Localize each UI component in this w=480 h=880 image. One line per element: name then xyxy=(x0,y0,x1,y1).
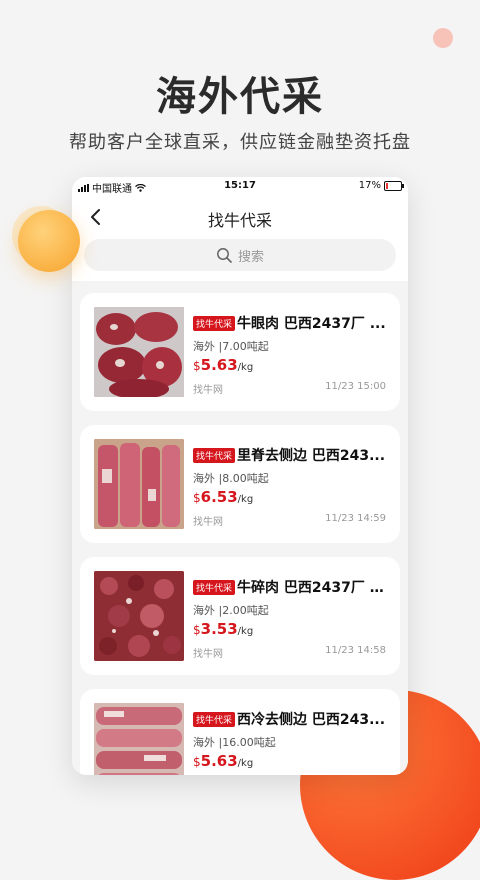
price-value: 5.63 xyxy=(200,356,238,374)
badge-tag: 找牛代采 xyxy=(193,711,236,727)
price-currency: $ xyxy=(193,623,201,637)
search-placeholder: 搜索 xyxy=(237,249,264,265)
page-title: 找牛代采 xyxy=(207,211,272,230)
product-origin: 海外 |16.00吨起 xyxy=(193,736,276,749)
battery-percent: 17% xyxy=(358,180,381,191)
price-currency: $ xyxy=(193,491,201,505)
price-value: 5.63 xyxy=(200,752,238,770)
product-card[interactable]: 找牛代采 牛眼肉 巴西2437厂 ... 海外 |7.00吨起 $5.63/kg… xyxy=(80,293,400,411)
status-bar: 中国联通 15:17 17% xyxy=(72,177,408,195)
hero-subtitle: 帮助客户全球直采，供应链金融垫资托盘 xyxy=(69,132,411,153)
product-list: 找牛代采 牛眼肉 巴西2437厂 ... 海外 |7.00吨起 $5.63/kg… xyxy=(72,281,408,775)
search-icon xyxy=(217,248,232,263)
product-price: $3.53/kg xyxy=(193,619,253,638)
product-card[interactable]: 找牛代采 里脊去侧边 巴西243... 海外 |8.00吨起 $6.53/kg … xyxy=(80,425,400,543)
price-unit: /kg xyxy=(237,758,254,769)
product-title: 西冷去侧边 巴西243... xyxy=(237,712,386,728)
badge-tag: 找牛代采 xyxy=(193,315,236,331)
battery-icon xyxy=(384,180,404,191)
product-time: 11/23 14:59 xyxy=(325,513,386,524)
product-title: 牛眼肉 巴西2437厂 ... xyxy=(237,316,386,332)
status-time: 15:17 xyxy=(224,180,256,191)
price-currency: $ xyxy=(193,755,201,769)
price-unit: /kg xyxy=(237,494,254,505)
badge-tag: 找牛代采 xyxy=(193,579,236,595)
product-image xyxy=(94,439,184,529)
product-source: 找牛网 xyxy=(193,385,223,396)
product-image xyxy=(94,307,184,397)
product-title: 牛碎肉 巴西2437厂 7... xyxy=(237,580,390,596)
product-source: 找牛网 xyxy=(193,649,223,660)
product-source: 找牛网 xyxy=(193,517,223,528)
price-unit: /kg xyxy=(237,626,254,637)
price-value: 3.53 xyxy=(200,620,238,638)
search-container: 搜索 xyxy=(72,239,408,281)
hero-title: 海外代采 xyxy=(156,74,324,120)
badge-tag: 找牛代采 xyxy=(193,447,236,463)
nav-bar: 找牛代采 xyxy=(72,195,408,239)
product-title: 里脊去侧边 巴西243... xyxy=(237,448,386,464)
decor-pink-dot xyxy=(433,28,453,48)
price-currency: $ xyxy=(193,359,201,373)
product-time: 11/23 15:00 xyxy=(325,381,386,392)
product-origin: 海外 |7.00吨起 xyxy=(193,340,269,353)
product-origin: 海外 |2.00吨起 xyxy=(193,604,269,617)
search-input[interactable]: 搜索 xyxy=(84,239,396,271)
price-value: 6.53 xyxy=(200,488,238,506)
product-card[interactable]: 找牛代采 西冷去侧边 巴西243... 海外 |16.00吨起 $5.63/kg xyxy=(80,689,400,775)
product-price: $5.63/kg xyxy=(193,355,253,374)
product-price: $6.53/kg xyxy=(193,487,253,506)
decor-orange-circle xyxy=(18,210,80,272)
product-price: $5.63/kg xyxy=(193,751,253,770)
product-image xyxy=(94,703,184,775)
phone-frame: 中国联通 15:17 17% 找牛代采 搜索 找牛代采 牛眼肉 巴西2437厂 … xyxy=(72,177,408,775)
price-unit: /kg xyxy=(237,362,254,373)
product-origin: 海外 |8.00吨起 xyxy=(193,472,269,485)
product-time: 11/23 14:58 xyxy=(325,645,386,656)
product-card[interactable]: 找牛代采 牛碎肉 巴西2437厂 7... 海外 |2.00吨起 $3.53/k… xyxy=(80,557,400,675)
product-image xyxy=(94,571,184,661)
